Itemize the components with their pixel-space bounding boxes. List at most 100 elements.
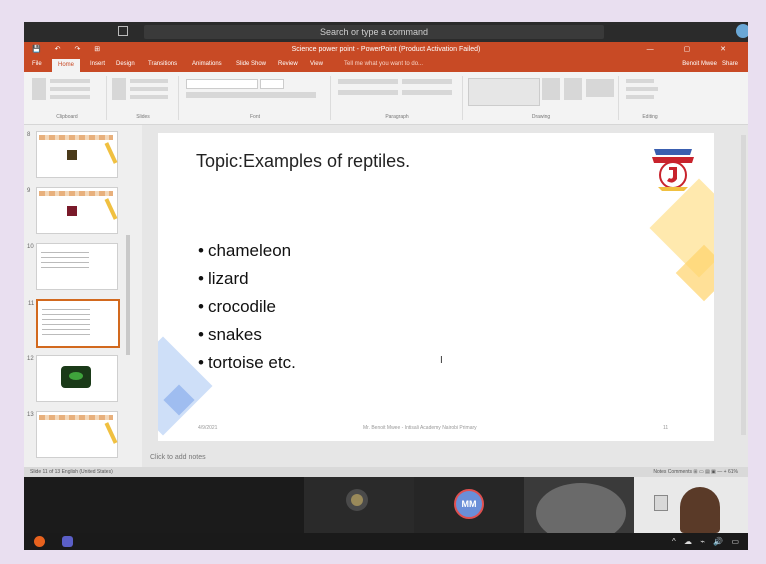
search-input[interactable]: Search or type a command xyxy=(144,25,604,39)
ribbon-group-editing: Editing xyxy=(620,76,680,120)
bullet-item: crocodile xyxy=(198,293,296,321)
participant-tile[interactable] xyxy=(634,477,748,533)
thumbnail-number: 11 xyxy=(28,301,35,307)
ribbon-group-clipboard: Clipboard xyxy=(28,76,107,120)
cut-button[interactable] xyxy=(50,79,90,83)
powerpoint-title-bar: 💾 ↶ ↷ ⊞ Science power point - PowerPoint… xyxy=(24,42,748,58)
view-zoom-controls[interactable]: Notes Comments ⊞ ▭ ▤ ▣ — + 61% xyxy=(653,467,738,477)
slide-picture xyxy=(67,150,77,160)
arrange-icon[interactable] xyxy=(542,78,560,100)
shapes-gallery[interactable] xyxy=(468,78,540,106)
participant-video xyxy=(680,487,720,533)
ribbon-group-drawing: Drawing xyxy=(464,76,619,120)
user-name: Benoit Mwee xyxy=(682,61,717,67)
slide-scrollbar[interactable] xyxy=(741,135,746,435)
flower-border-graphic xyxy=(39,191,113,196)
slide-picture xyxy=(67,206,77,216)
tab-design[interactable]: Design xyxy=(116,61,135,67)
pencil-graphic xyxy=(104,198,118,220)
thumbnail-scrollbar[interactable] xyxy=(126,235,130,355)
tell-me-search[interactable]: Tell me what you want to do... xyxy=(344,61,423,67)
slide-thumbnail[interactable]: 13 xyxy=(27,411,118,458)
ribbon-group-font: Font xyxy=(180,76,331,120)
shape-fill-outline-buttons[interactable] xyxy=(586,79,614,97)
font-format-buttons[interactable] xyxy=(186,92,316,98)
ribbon-group-label: Slides xyxy=(136,114,150,120)
font-size-select[interactable] xyxy=(260,79,284,89)
tab-insert[interactable]: Insert xyxy=(90,61,105,67)
slide-thumbnail[interactable]: 12 xyxy=(27,355,118,402)
slide-thumbnail[interactable]: 9 xyxy=(27,187,118,234)
user-avatar[interactable] xyxy=(736,24,748,38)
tab-animations[interactable]: Animations xyxy=(192,61,222,67)
participant-tile[interactable]: MM xyxy=(414,477,524,533)
slide-thumbnail-selected[interactable]: 11 xyxy=(28,299,120,348)
pencil-graphic xyxy=(104,142,118,164)
tab-transitions[interactable]: Transitions xyxy=(148,61,177,67)
school-logo-icon xyxy=(652,149,694,191)
bullet-list[interactable]: chameleon lizard crocodile snakes tortoi… xyxy=(198,237,296,377)
photo-frame: Search or type a command 💾 ↶ ↷ ⊞ Science… xyxy=(0,0,766,564)
bullet-item: tortoise etc. xyxy=(198,349,296,377)
thumbnail-number: 13 xyxy=(27,412,34,418)
find-button[interactable] xyxy=(626,79,654,83)
bullet-item: snakes xyxy=(198,321,296,349)
ribbon-group-paragraph: Paragraph xyxy=(332,76,463,120)
quick-styles-icon[interactable] xyxy=(564,78,582,100)
bullet-item: lizard xyxy=(198,265,296,293)
tab-home[interactable]: Home xyxy=(52,59,81,72)
notes-pane[interactable]: Click to add notes xyxy=(142,449,748,467)
slide-title[interactable]: Topic:Examples of reptiles. xyxy=(196,151,410,172)
font-name-select[interactable] xyxy=(186,79,258,89)
participant-initials: MM xyxy=(454,489,484,519)
system-tray[interactable]: ^ ☁ ⌁ 🔊 ▭ xyxy=(672,537,742,546)
ribbon-group-label: Font xyxy=(249,114,260,120)
slide-thumbnail[interactable]: 8 xyxy=(27,131,118,178)
participant-tile[interactable] xyxy=(304,477,414,533)
flower-border-graphic xyxy=(39,415,113,420)
app-grid-icon[interactable] xyxy=(118,26,128,36)
participant-video xyxy=(654,495,668,511)
tab-slide-show[interactable]: Slide Show xyxy=(236,61,266,67)
slide-thumbnail[interactable]: 10 xyxy=(27,243,118,290)
copy-button[interactable] xyxy=(50,87,90,91)
layout-button[interactable] xyxy=(130,79,168,83)
reset-button[interactable] xyxy=(130,87,168,91)
share-area[interactable]: Benoit Mwee Share xyxy=(682,61,738,67)
firefox-icon[interactable] xyxy=(34,536,45,547)
flower-border-graphic xyxy=(39,135,113,140)
new-slide-icon[interactable] xyxy=(112,78,126,100)
ribbon-tabs: File Home Insert Design Transitions Anim… xyxy=(24,58,748,72)
tab-view[interactable]: View xyxy=(310,61,323,67)
tab-file[interactable]: File xyxy=(32,61,42,67)
ribbon-group-label: Paragraph xyxy=(385,114,409,120)
bullet-item: chameleon xyxy=(198,237,296,265)
tab-review[interactable]: Review xyxy=(278,61,298,67)
thumbnail-number: 10 xyxy=(27,244,34,250)
bullets-buttons[interactable] xyxy=(338,79,398,84)
slide-canvas[interactable]: Topic:Examples of reptiles. chameleon li… xyxy=(158,133,714,441)
pencil-graphic xyxy=(104,422,118,444)
teams-icon[interactable] xyxy=(62,536,73,547)
participant-tile[interactable] xyxy=(524,477,634,543)
window-controls[interactable]: — ▢ ✕ xyxy=(647,42,740,58)
text-cursor-icon: I xyxy=(440,355,443,366)
replace-button[interactable] xyxy=(626,87,658,91)
text-direction-button[interactable] xyxy=(402,79,452,84)
slide-text-lines xyxy=(41,252,89,272)
share-button[interactable]: Share xyxy=(722,61,738,67)
slide-thumbnail-pane[interactable]: 8 9 10 11 12 13 xyxy=(24,125,142,467)
select-button[interactable] xyxy=(626,95,654,99)
slide-footer-text: Mr. Benoit Mwee - Intisali Academy Nairo… xyxy=(363,425,477,431)
slide-footer-date: 4/9/2021 xyxy=(198,425,218,431)
alignment-buttons[interactable] xyxy=(338,90,398,95)
ribbon-group-label: Drawing xyxy=(531,114,551,120)
thumbnail-number: 12 xyxy=(27,356,34,362)
ribbon-group-label: Clipboard xyxy=(56,114,78,120)
slide-footer-page: 11 xyxy=(663,425,669,431)
format-painter-button[interactable] xyxy=(50,95,90,99)
section-button[interactable] xyxy=(130,95,168,99)
ribbon: Clipboard Slides Font Paragraph Drawing … xyxy=(24,72,748,125)
paste-icon[interactable] xyxy=(32,78,46,100)
align-text-button[interactable] xyxy=(402,90,452,95)
